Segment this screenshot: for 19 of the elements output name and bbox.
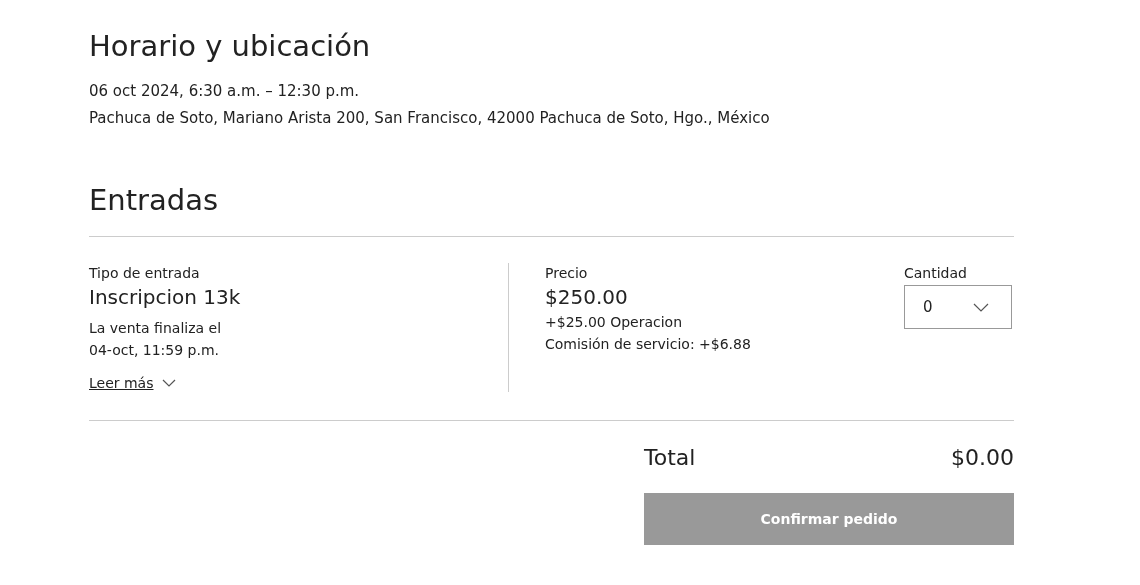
ticket-name: Inscripcion 13k [89, 284, 242, 311]
section-heading: Horario y ubicación [89, 28, 372, 64]
section-heading: Entradas [89, 182, 1014, 237]
ticket-type-label: Tipo de entrada [89, 264, 201, 283]
sale-end-text: 04-oct, 11:59 p.m. [89, 341, 220, 360]
sale-end-text: La venta finaliza el [89, 319, 223, 338]
total-label: Total [644, 444, 696, 472]
read-more-link[interactable]: Leer más [89, 375, 176, 391]
chevron-down-icon [161, 379, 176, 387]
ticket-price: $250.00 [545, 284, 629, 311]
event-datetime: 06 oct 2024, 6:30 a.m. – 12:30 p.m. [89, 81, 361, 102]
event-address: Pachuca de Soto, Mariano Arista 200, San Francisco, 42000 Pachuca de Soto, Hgo., México [89, 108, 771, 129]
total-value: $0.00 [951, 444, 1014, 472]
price-label: Precio [545, 264, 589, 283]
quantity-dropdown[interactable]: 0 [904, 285, 1012, 329]
fee-text: Comisión de servicio: +$6.88 [545, 335, 752, 354]
fee-text: +$25.00 Operacion [545, 313, 684, 332]
chevron-down-icon [973, 302, 989, 312]
quantity-label: Cantidad [904, 264, 968, 283]
